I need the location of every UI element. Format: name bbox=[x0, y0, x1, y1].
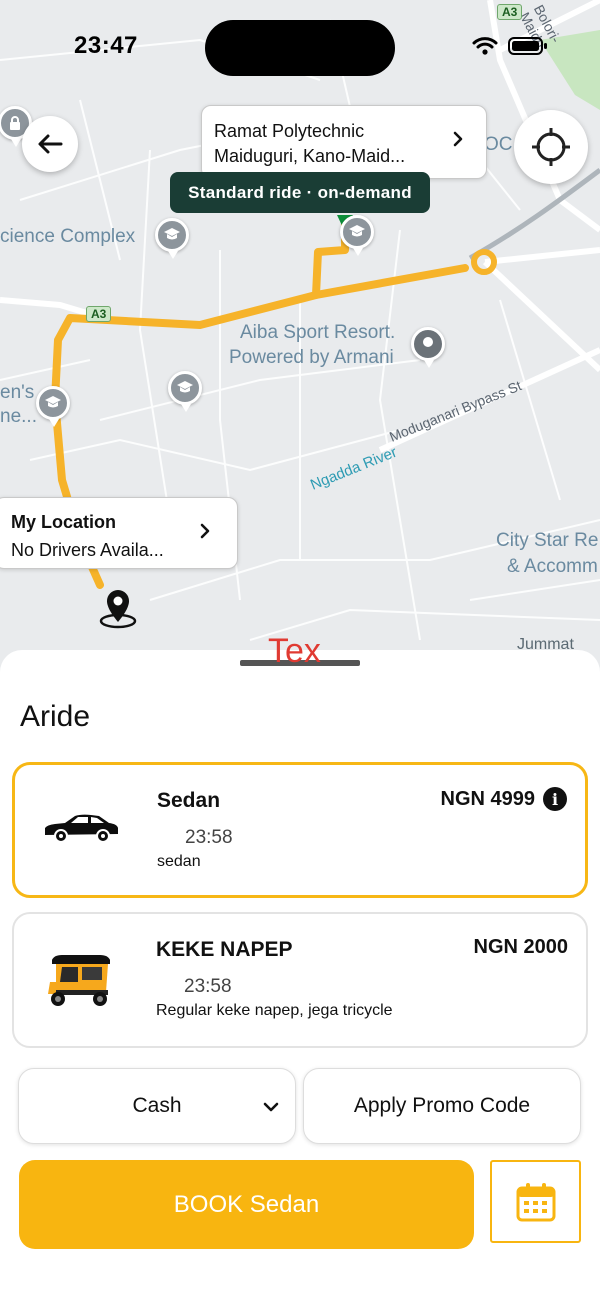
overlay-text: Tex bbox=[268, 632, 321, 670]
location-pin-icon bbox=[99, 590, 137, 629]
ride-eta: 23:58 bbox=[184, 976, 232, 997]
recenter-button[interactable] bbox=[514, 110, 588, 184]
ride-option-sedan[interactable]: Sedan 23:58 sedan NGN 4999 i bbox=[12, 762, 588, 898]
tricycle-icon bbox=[48, 955, 110, 1006]
info-icon[interactable]: i bbox=[543, 787, 567, 811]
school-pin-icon[interactable] bbox=[340, 215, 374, 256]
map-label-aiba-1: Aiba Sport Resort. bbox=[240, 322, 396, 343]
my-location-subtitle: No Drivers Availa... bbox=[11, 540, 164, 560]
destination-line2: Maiduguri, Kano-Maid... bbox=[214, 146, 406, 166]
map-view[interactable]: cience Complex Aiba Sport Resort. Powere… bbox=[0, 0, 600, 680]
ride-price-group: NGN 2000 bbox=[474, 936, 569, 959]
ride-eta: 23:58 bbox=[185, 827, 233, 848]
book-button[interactable]: BOOK Sedan bbox=[19, 1160, 474, 1249]
battery-icon bbox=[508, 37, 547, 55]
dynamic-island bbox=[205, 20, 395, 76]
status-time: 23:47 bbox=[74, 32, 138, 59]
map-label-roc: OC bbox=[484, 134, 513, 155]
my-location-title: My Location bbox=[11, 512, 117, 532]
road-shield-a3-left: A3 bbox=[86, 306, 112, 322]
ride-description: sedan bbox=[157, 853, 201, 870]
wifi-icon bbox=[472, 37, 498, 55]
car-icon bbox=[45, 814, 118, 843]
place-pin-icon[interactable] bbox=[411, 327, 445, 368]
arrow-left-icon bbox=[38, 134, 63, 154]
school-pin-icon[interactable] bbox=[168, 371, 202, 412]
map-label-citystar-1: City Star Re bbox=[496, 530, 599, 551]
map-label-ens-1: en's bbox=[0, 382, 35, 403]
map-label-science-complex: cience Complex bbox=[0, 226, 136, 247]
apply-promo-label: Apply Promo Code bbox=[353, 1094, 531, 1117]
map-label-citystar-2: & Accomm bbox=[507, 556, 598, 577]
back-button[interactable] bbox=[22, 116, 78, 172]
ride-option-keke-napep[interactable]: KEKE NAPEP 23:58 Regular keke napep, jeg… bbox=[12, 912, 588, 1048]
schedule-ride-button[interactable] bbox=[490, 1160, 581, 1243]
map-label-ens-2: ne... bbox=[0, 406, 37, 427]
calendar-icon bbox=[516, 1182, 555, 1221]
payment-method-label: Cash bbox=[132, 1094, 182, 1117]
crosshair-icon bbox=[532, 128, 570, 166]
book-button-label: BOOK Sedan bbox=[173, 1190, 320, 1218]
ride-price-group: NGN 4999 i bbox=[440, 787, 567, 811]
ride-type-tooltip: Standard ride · on-demand bbox=[170, 172, 430, 213]
payment-method-select[interactable]: Cash bbox=[18, 1068, 296, 1144]
road-shield-a3-top: A3 bbox=[497, 4, 523, 20]
chevron-right-icon bbox=[453, 131, 463, 147]
destination-card[interactable]: Ramat Polytechnic Maiduguri, Kano-Maid..… bbox=[201, 105, 487, 179]
map-label-aiba-2: Powered by Armani bbox=[229, 347, 394, 368]
school-pin-icon[interactable] bbox=[36, 386, 70, 427]
ride-price: NGN 4999 bbox=[440, 787, 536, 810]
chevron-right-icon bbox=[200, 523, 210, 539]
ride-name: KEKE NAPEP bbox=[156, 938, 293, 961]
ride-description: Regular keke napep, jega tricycle bbox=[156, 1002, 393, 1019]
destination-line1: Ramat Polytechnic bbox=[214, 121, 365, 141]
status-icons bbox=[472, 36, 548, 56]
school-pin-icon[interactable] bbox=[155, 218, 189, 259]
sheet-title: Aride bbox=[20, 700, 91, 733]
apply-promo-button[interactable]: Apply Promo Code bbox=[303, 1068, 581, 1144]
ride-name: Sedan bbox=[157, 789, 221, 812]
ride-price: NGN 2000 bbox=[473, 936, 569, 958]
chevron-down-icon bbox=[263, 1102, 279, 1112]
my-location-card[interactable]: My Location No Drivers Availa... bbox=[0, 497, 238, 569]
